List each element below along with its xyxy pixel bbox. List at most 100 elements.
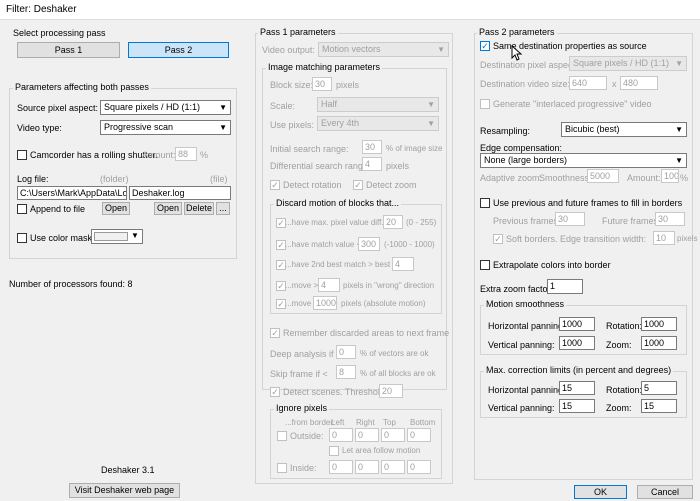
- mc-rotation-label: Rotation:: [606, 385, 643, 395]
- use-prev-future-label[interactable]: Use previous and future frames to fill i…: [493, 197, 682, 209]
- move-wrong-input[interactable]: 4: [318, 278, 340, 292]
- detect-zoom-label[interactable]: Detect zoom: [366, 179, 417, 191]
- inside-checkbox[interactable]: [277, 463, 287, 473]
- deep-analysis-unit: % of vectors are ok: [360, 349, 429, 358]
- match-input[interactable]: 300: [358, 237, 380, 251]
- source-aspect-value: Square pixels / HD (1:1): [104, 102, 201, 112]
- title-bar: Filter: Deshaker: [0, 0, 700, 20]
- adaptive-amount-input[interactable]: 100: [661, 169, 679, 183]
- from-border-label: ...from border:: [285, 418, 336, 427]
- delete-button[interactable]: Delete: [184, 202, 214, 215]
- interlaced-checkbox[interactable]: [480, 99, 490, 109]
- open-file-button[interactable]: Open: [154, 202, 182, 215]
- video-output-select[interactable]: Motion vectors ▼: [318, 42, 449, 57]
- pass2-button[interactable]: Pass 2: [128, 42, 229, 58]
- resampling-select[interactable]: Bicubic (best) ▼: [561, 122, 687, 137]
- use-prev-future-checkbox[interactable]: [480, 198, 490, 208]
- inside-bottom-input[interactable]: 0: [407, 460, 431, 474]
- let-area-checkbox[interactable]: [329, 446, 339, 456]
- extrapolate-label[interactable]: Extrapolate colors into border: [493, 259, 611, 271]
- edge-width-input[interactable]: 10: [653, 231, 675, 245]
- skip-frame-input[interactable]: 8: [336, 365, 356, 379]
- v-pan-input[interactable]: 1000: [559, 336, 595, 350]
- zoom-input[interactable]: 1000: [641, 336, 677, 350]
- video-type-label: Video type:: [17, 123, 62, 133]
- source-aspect-select[interactable]: Square pixels / HD (1:1) ▼: [100, 100, 231, 115]
- outside-right-input[interactable]: 0: [355, 428, 379, 442]
- smoothness-input[interactable]: 5000: [587, 169, 619, 183]
- detect-scenes-checkbox[interactable]: ✓: [270, 387, 280, 397]
- move-wrong-label: ...move >: [285, 281, 319, 290]
- future-frames-input[interactable]: 30: [655, 212, 685, 226]
- block-size-input[interactable]: 30: [312, 77, 332, 91]
- detect-rotation-checkbox[interactable]: ✓: [270, 180, 280, 190]
- dest-height-input[interactable]: 480: [620, 76, 658, 90]
- outside-left-input[interactable]: 0: [329, 428, 353, 442]
- mc-rotation-input[interactable]: 5: [641, 381, 677, 395]
- threshold-input[interactable]: 20: [379, 384, 403, 398]
- video-type-select[interactable]: Progressive scan ▼: [100, 120, 231, 135]
- initial-search-unit: % of image size: [386, 144, 443, 153]
- interlaced-label[interactable]: Generate "interlaced progressive" video: [493, 98, 651, 110]
- detect-zoom-checkbox[interactable]: ✓: [353, 180, 363, 190]
- color-mask-picker[interactable]: ▼: [91, 229, 143, 244]
- color-mask-label[interactable]: Use color mask:: [30, 232, 95, 244]
- best-match-input[interactable]: 4: [392, 257, 414, 271]
- camcorder-checkbox[interactable]: [17, 150, 27, 160]
- let-area-label[interactable]: Let area follow motion: [342, 445, 420, 457]
- file-label: (file): [210, 174, 228, 184]
- inside-top-input[interactable]: 0: [381, 460, 405, 474]
- edge-comp-select[interactable]: None (large borders) ▼: [480, 153, 687, 168]
- detect-scenes-label[interactable]: Detect scenes. Threshold:: [283, 386, 387, 398]
- camcorder-label[interactable]: Camcorder has a rolling shutter.: [30, 149, 158, 161]
- remember-label[interactable]: Remember discarded areas to next frame: [283, 327, 449, 339]
- visit-web-button[interactable]: Visit Deshaker web page: [69, 483, 180, 498]
- log-folder-input[interactable]: C:\Users\Mark\AppData\Local: [17, 186, 127, 200]
- prev-frames-input[interactable]: 30: [555, 212, 585, 226]
- mc-v-pan-input[interactable]: 15: [559, 399, 595, 413]
- cancel-button[interactable]: Cancel: [637, 485, 693, 499]
- mc-h-pan-input[interactable]: 15: [559, 381, 595, 395]
- inside-left-input[interactable]: 0: [329, 460, 353, 474]
- max-pixel-range: (0 - 255): [406, 218, 437, 227]
- log-file-input[interactable]: Deshaker.log: [129, 186, 231, 200]
- max-pixel-label: ...have max. pixel value diff. <: [285, 218, 391, 227]
- use-pixels-select[interactable]: Every 4th ▼: [317, 116, 439, 131]
- inside-right-input[interactable]: 0: [355, 460, 379, 474]
- max-pixel-input[interactable]: 20: [383, 215, 403, 229]
- same-dest-checkbox[interactable]: ✓: [480, 41, 490, 51]
- browse-button[interactable]: ...: [216, 202, 230, 215]
- pass1-button[interactable]: Pass 1: [17, 42, 120, 58]
- rotation-input[interactable]: 1000: [641, 317, 677, 331]
- deep-analysis-input[interactable]: 0: [336, 345, 356, 359]
- scale-select[interactable]: Half ▼: [317, 97, 439, 112]
- outside-top-input[interactable]: 0: [381, 428, 405, 442]
- dest-size-x: x: [612, 79, 617, 89]
- remember-checkbox[interactable]: ✓: [270, 328, 280, 338]
- dest-aspect-select[interactable]: Square pixels / HD (1:1) ▼: [569, 56, 687, 71]
- amount-input[interactable]: 88: [175, 147, 197, 161]
- color-mask-checkbox[interactable]: [17, 233, 27, 243]
- chevron-down-icon: ▼: [427, 119, 435, 128]
- append-checkbox[interactable]: [17, 204, 27, 214]
- diff-search-input[interactable]: 4: [362, 157, 382, 171]
- ok-button[interactable]: OK: [574, 485, 627, 499]
- outside-checkbox[interactable]: [277, 431, 287, 441]
- move-abs-input[interactable]: 1000: [313, 296, 337, 310]
- soft-borders-checkbox[interactable]: ✓: [493, 234, 503, 244]
- open-folder-button[interactable]: Open: [102, 202, 130, 215]
- video-type-value: Progressive scan: [104, 122, 174, 132]
- mc-zoom-input[interactable]: 15: [641, 399, 677, 413]
- dest-width-input[interactable]: 640: [569, 76, 607, 90]
- outside-bottom-input[interactable]: 0: [407, 428, 431, 442]
- chevron-down-icon: ▼: [437, 45, 445, 54]
- log-file-label: Log file:: [17, 174, 49, 184]
- initial-search-input[interactable]: 30: [362, 140, 382, 154]
- extrapolate-checkbox[interactable]: [480, 260, 490, 270]
- h-pan-input[interactable]: 1000: [559, 317, 595, 331]
- append-label[interactable]: Append to file: [30, 203, 85, 215]
- soft-borders-label[interactable]: Soft borders. Edge transition width:: [506, 233, 646, 245]
- extra-zoom-input[interactable]: 1: [547, 279, 583, 294]
- detect-rotation-label[interactable]: Detect rotation: [283, 179, 342, 191]
- window-title: Filter: Deshaker: [6, 4, 77, 15]
